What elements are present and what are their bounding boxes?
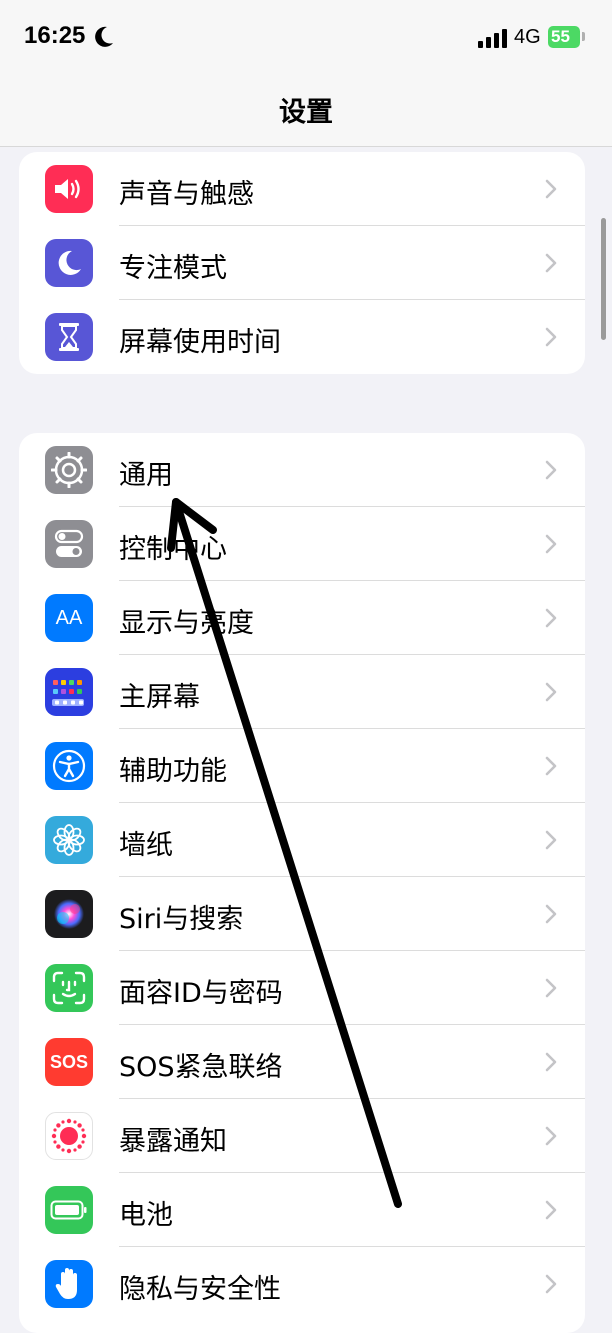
chevron-right-icon: [545, 1274, 557, 1294]
chevron-right-icon: [545, 460, 557, 480]
moon-icon: [95, 26, 113, 47]
settings-row-accessibility[interactable]: 辅助功能: [19, 729, 585, 803]
gear-icon: [45, 446, 93, 494]
chevron-right-icon: [545, 253, 557, 273]
settings-row-label: 隐私与安全性: [119, 1274, 281, 1305]
speaker-icon: [45, 165, 93, 213]
sos-icon: SOS: [45, 1038, 93, 1086]
battery-percent: 55: [551, 27, 570, 46]
toggles-icon: [45, 520, 93, 568]
chevron-right-icon: [545, 534, 557, 554]
settings-row-label: 控制中心: [119, 534, 227, 565]
network-type: 4G: [514, 26, 541, 48]
chevron-right-icon: [545, 1200, 557, 1220]
chevron-right-icon: [545, 830, 557, 850]
chevron-right-icon: [545, 756, 557, 776]
settings-row-label: 专注模式: [119, 253, 227, 284]
nav-bar: 设置: [0, 76, 612, 147]
siri-icon: [45, 890, 93, 938]
settings-row-sounds[interactable]: 声音与触感: [19, 152, 585, 226]
settings-row-label: 墙纸: [119, 830, 173, 861]
chevron-right-icon: [545, 978, 557, 998]
settings-row-control-center[interactable]: 控制中心: [19, 507, 585, 581]
settings-group-top: 声音与触感 专注模式 屏幕使用时间: [19, 152, 585, 374]
text-size-glyph: AA: [55, 606, 83, 629]
settings-row-screen-time[interactable]: 屏幕使用时间: [19, 300, 585, 374]
battery-indicator: 55: [548, 26, 580, 48]
sos-glyph: SOS: [49, 1051, 88, 1072]
scroll-indicator[interactable]: [601, 218, 606, 340]
chevron-right-icon: [545, 682, 557, 702]
settings-row-label: 屏幕使用时间: [119, 327, 281, 358]
home-screen-icon: [45, 668, 93, 716]
face-id-icon: [45, 964, 93, 1012]
chevron-right-icon: [545, 608, 557, 628]
settings-row-label: 显示与亮度: [119, 608, 254, 639]
chevron-right-icon: [545, 327, 557, 347]
settings-row-focus[interactable]: 专注模式: [19, 226, 585, 300]
settings-row-battery[interactable]: 电池: [19, 1173, 585, 1247]
chevron-right-icon: [545, 904, 557, 924]
settings-row-exposure[interactable]: 暴露通知: [19, 1099, 585, 1173]
settings-group-main: 通用 控制中心 AA 显示与亮度 主屏幕 辅助功能 墙纸 Siri与搜索 面容I…: [19, 433, 585, 1333]
chevron-right-icon: [545, 179, 557, 199]
settings-row-label: 电池: [119, 1200, 173, 1231]
chevron-right-icon: [545, 1126, 557, 1146]
status-time: 16:25: [24, 22, 86, 49]
accessibility-icon: [45, 742, 93, 790]
settings-row-home-screen[interactable]: 主屏幕: [19, 655, 585, 729]
settings-row-emergency-sos[interactable]: SOS SOS紧急联络: [19, 1025, 585, 1099]
settings-row-face-id[interactable]: 面容ID与密码: [19, 951, 585, 1025]
page-title: 设置: [279, 97, 333, 128]
hourglass-icon: [45, 313, 93, 361]
settings-row-wallpaper[interactable]: 墙纸: [19, 803, 585, 877]
settings-row-label: 面容ID与密码: [119, 978, 283, 1009]
hand-icon: [45, 1260, 93, 1308]
flower-icon: [45, 816, 93, 864]
settings-row-label: 声音与触感: [119, 179, 254, 210]
text-size-icon: AA: [45, 594, 93, 642]
settings-row-general[interactable]: 通用: [19, 433, 585, 507]
signal-bars-icon: [478, 29, 507, 48]
status-bar: 16:25 4G 55: [0, 0, 612, 76]
settings-row-label: 主屏幕: [119, 682, 200, 713]
settings-row-label: 辅助功能: [119, 756, 227, 787]
settings-row-label: Siri与搜索: [119, 904, 244, 935]
settings-row-label: 通用: [119, 460, 173, 491]
moon-icon: [45, 239, 93, 287]
exposure-icon: [45, 1112, 93, 1160]
settings-row-label: SOS紧急联络: [119, 1052, 283, 1083]
battery-icon: [45, 1186, 93, 1234]
chevron-right-icon: [545, 1052, 557, 1072]
settings-row-privacy[interactable]: 隐私与安全性: [19, 1247, 585, 1321]
settings-row-label: 暴露通知: [119, 1126, 227, 1157]
settings-row-display[interactable]: AA 显示与亮度: [19, 581, 585, 655]
settings-row-siri[interactable]: Siri与搜索: [19, 877, 585, 951]
battery-tip: [582, 32, 585, 41]
